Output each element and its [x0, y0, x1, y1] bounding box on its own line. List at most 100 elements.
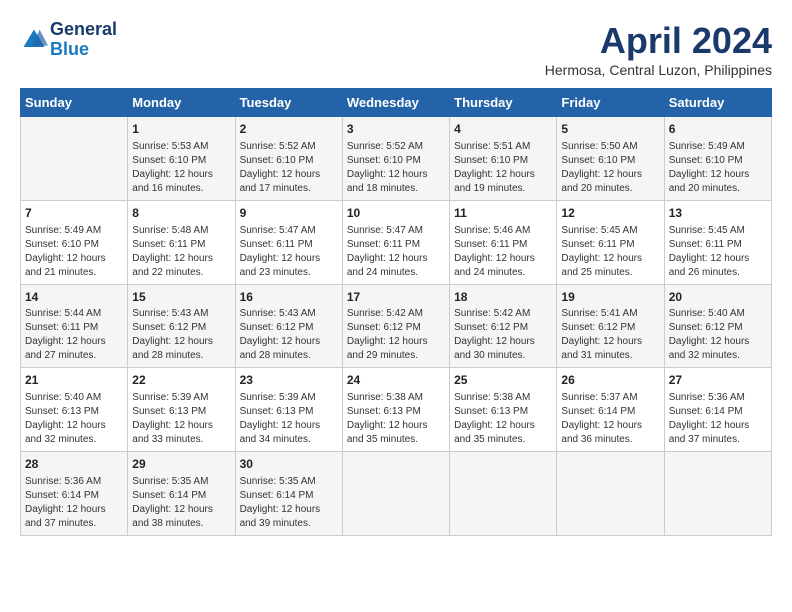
table-row: 10Sunrise: 5:47 AM Sunset: 6:11 PM Dayli…: [342, 200, 449, 284]
day-number: 7: [25, 205, 123, 222]
col-wednesday: Wednesday: [342, 89, 449, 117]
day-number: 18: [454, 289, 552, 306]
day-number: 11: [454, 205, 552, 222]
day-number: 4: [454, 121, 552, 138]
day-info: Sunrise: 5:53 AM Sunset: 6:10 PM Dayligh…: [132, 140, 230, 196]
table-row: [557, 452, 664, 536]
day-number: 17: [347, 289, 445, 306]
day-number: 27: [669, 372, 767, 389]
day-number: 9: [240, 205, 338, 222]
day-number: 24: [347, 372, 445, 389]
page-header: General Blue April 2024 Hermosa, Central…: [20, 20, 772, 78]
table-row: 5Sunrise: 5:50 AM Sunset: 6:10 PM Daylig…: [557, 117, 664, 201]
col-tuesday: Tuesday: [235, 89, 342, 117]
day-info: Sunrise: 5:50 AM Sunset: 6:10 PM Dayligh…: [561, 140, 659, 196]
day-info: Sunrise: 5:39 AM Sunset: 6:13 PM Dayligh…: [132, 391, 230, 447]
day-number: 8: [132, 205, 230, 222]
day-number: 29: [132, 456, 230, 473]
day-number: 26: [561, 372, 659, 389]
table-row: 16Sunrise: 5:43 AM Sunset: 6:12 PM Dayli…: [235, 284, 342, 368]
table-row: 3 Sunrise: 5:52 AM Sunset: 6:10 PM Daylig…: [342, 117, 449, 201]
day-info: Sunrise: 5:39 AM Sunset: 6:13 PM Dayligh…: [240, 391, 338, 447]
day-number: 19: [561, 289, 659, 306]
day-info: Sunrise: 5:36 AM Sunset: 6:14 PM Dayligh…: [669, 391, 767, 447]
table-row: 19Sunrise: 5:41 AM Sunset: 6:12 PM Dayli…: [557, 284, 664, 368]
day-info: Sunrise: 5:49 AM Sunset: 6:10 PM Dayligh…: [669, 140, 767, 196]
day-info: Sunrise: 5:42 AM Sunset: 6:12 PM Dayligh…: [347, 307, 445, 363]
col-sunday: Sunday: [21, 89, 128, 117]
table-row: 2Sunrise: 5:52 AM Sunset: 6:10 PM Daylig…: [235, 117, 342, 201]
header-row: Sunday Monday Tuesday Wednesday Thursday…: [21, 89, 772, 117]
logo: General Blue: [20, 20, 117, 60]
day-number: 21: [25, 372, 123, 389]
logo-icon: [20, 26, 48, 54]
day-number: 23: [240, 372, 338, 389]
month-title: April 2024: [545, 20, 772, 62]
calendar-row: 1 Sunrise: 5:53 AM Sunset: 6:10 PM Daylig…: [21, 117, 772, 201]
day-number: 1: [132, 121, 230, 138]
col-saturday: Saturday: [664, 89, 771, 117]
location: Hermosa, Central Luzon, Philippines: [545, 62, 772, 78]
table-row: 20Sunrise: 5:40 AM Sunset: 6:12 PM Dayli…: [664, 284, 771, 368]
day-number: 22: [132, 372, 230, 389]
day-info: Sunrise: 5:48 AM Sunset: 6:11 PM Dayligh…: [132, 224, 230, 280]
day-info: Sunrise: 5:40 AM Sunset: 6:13 PM Dayligh…: [25, 391, 123, 447]
day-number: 13: [669, 205, 767, 222]
table-row: [664, 452, 771, 536]
day-info: Sunrise: 5:36 AM Sunset: 6:14 PM Dayligh…: [25, 475, 123, 531]
day-info: Sunrise: 5:46 AM Sunset: 6:11 PM Dayligh…: [454, 224, 552, 280]
table-row: 7Sunrise: 5:49 AM Sunset: 6:10 PM Daylig…: [21, 200, 128, 284]
day-info: Sunrise: 5:51 AM Sunset: 6:10 PM Dayligh…: [454, 140, 552, 196]
table-row: 13Sunrise: 5:45 AM Sunset: 6:11 PM Dayli…: [664, 200, 771, 284]
table-row: 27 Sunrise: 5:36 AM Sunset: 6:14 PM Dayli…: [664, 368, 771, 452]
day-number: 3: [347, 121, 445, 138]
day-number: 30: [240, 456, 338, 473]
day-number: 2: [240, 121, 338, 138]
table-row: 17Sunrise: 5:42 AM Sunset: 6:12 PM Dayli…: [342, 284, 449, 368]
day-info: Sunrise: 5:38 AM Sunset: 6:13 PM Dayligh…: [347, 391, 445, 447]
day-info: Sunrise: 5:40 AM Sunset: 6:12 PM Dayligh…: [669, 307, 767, 363]
table-row: 18Sunrise: 5:42 AM Sunset: 6:12 PM Dayli…: [450, 284, 557, 368]
day-number: 25: [454, 372, 552, 389]
table-row: 14Sunrise: 5:44 AM Sunset: 6:11 PM Dayli…: [21, 284, 128, 368]
day-info: Sunrise: 5:41 AM Sunset: 6:12 PM Dayligh…: [561, 307, 659, 363]
day-info: Sunrise: 5:42 AM Sunset: 6:12 PM Dayligh…: [454, 307, 552, 363]
day-info: Sunrise: 5:52 AM Sunset: 6:10 PM Dayligh…: [347, 140, 445, 196]
table-row: 30 Sunrise: 5:35 AM Sunset: 6:14 PM Dayli…: [235, 452, 342, 536]
title-section: April 2024 Hermosa, Central Luzon, Phili…: [545, 20, 772, 78]
table-row: 24 Sunrise: 5:38 AM Sunset: 6:13 PM Dayli…: [342, 368, 449, 452]
table-row: 26 Sunrise: 5:37 AM Sunset: 6:14 PM Dayli…: [557, 368, 664, 452]
day-info: Sunrise: 5:35 AM Sunset: 6:14 PM Dayligh…: [240, 475, 338, 531]
calendar-body: 1 Sunrise: 5:53 AM Sunset: 6:10 PM Daylig…: [21, 117, 772, 536]
calendar-row: 28 Sunrise: 5:36 AM Sunset: 6:14 PM Dayli…: [21, 452, 772, 536]
day-number: 12: [561, 205, 659, 222]
day-number: 10: [347, 205, 445, 222]
day-info: Sunrise: 5:35 AM Sunset: 6:14 PM Dayligh…: [132, 475, 230, 531]
day-info: Sunrise: 5:45 AM Sunset: 6:11 PM Dayligh…: [561, 224, 659, 280]
day-info: Sunrise: 5:43 AM Sunset: 6:12 PM Dayligh…: [240, 307, 338, 363]
day-number: 15: [132, 289, 230, 306]
calendar-row: 14Sunrise: 5:44 AM Sunset: 6:11 PM Dayli…: [21, 284, 772, 368]
day-info: Sunrise: 5:47 AM Sunset: 6:11 PM Dayligh…: [240, 224, 338, 280]
table-row: 8 Sunrise: 5:48 AM Sunset: 6:11 PM Daylig…: [128, 200, 235, 284]
table-row: 23 Sunrise: 5:39 AM Sunset: 6:13 PM Dayli…: [235, 368, 342, 452]
table-row: 11 Sunrise: 5:46 AM Sunset: 6:11 PM Dayli…: [450, 200, 557, 284]
logo-blue: Blue: [50, 40, 117, 60]
table-row: 28 Sunrise: 5:36 AM Sunset: 6:14 PM Dayli…: [21, 452, 128, 536]
calendar-table: Sunday Monday Tuesday Wednesday Thursday…: [20, 88, 772, 536]
day-number: 20: [669, 289, 767, 306]
table-row: [21, 117, 128, 201]
day-info: Sunrise: 5:43 AM Sunset: 6:12 PM Dayligh…: [132, 307, 230, 363]
table-row: 22 Sunrise: 5:39 AM Sunset: 6:13 PM Dayli…: [128, 368, 235, 452]
day-number: 6: [669, 121, 767, 138]
calendar-header: Sunday Monday Tuesday Wednesday Thursday…: [21, 89, 772, 117]
table-row: 9 Sunrise: 5:47 AM Sunset: 6:11 PM Daylig…: [235, 200, 342, 284]
table-row: 25Sunrise: 5:38 AM Sunset: 6:13 PM Dayli…: [450, 368, 557, 452]
day-number: 28: [25, 456, 123, 473]
table-row: 1 Sunrise: 5:53 AM Sunset: 6:10 PM Daylig…: [128, 117, 235, 201]
table-row: 15Sunrise: 5:43 AM Sunset: 6:12 PM Dayli…: [128, 284, 235, 368]
calendar-row: 21 Sunrise: 5:40 AM Sunset: 6:13 PM Dayli…: [21, 368, 772, 452]
logo-general: General: [50, 20, 117, 40]
day-info: Sunrise: 5:37 AM Sunset: 6:14 PM Dayligh…: [561, 391, 659, 447]
day-number: 16: [240, 289, 338, 306]
